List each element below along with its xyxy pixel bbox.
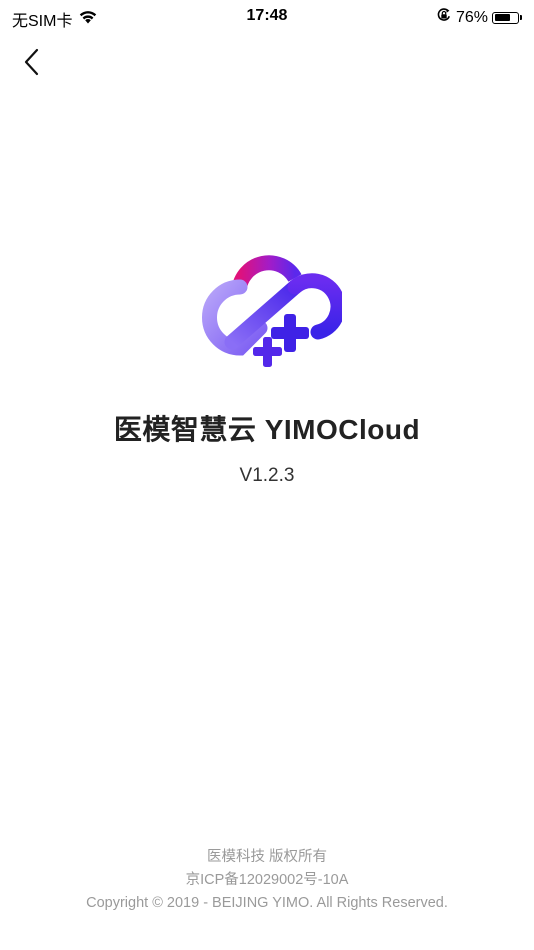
- battery-fill: [494, 14, 511, 21]
- chevron-left-icon: [24, 48, 39, 76]
- status-bar: 无SIM卡 17:48 76%: [0, 0, 534, 34]
- footer: 医模科技 版权所有 京ICP备12029002号-10A Copyright ©…: [0, 846, 534, 915]
- app-logo: [192, 232, 346, 377]
- icp-number: 京ICP备12029002号-10A: [185, 872, 349, 888]
- orientation-lock-icon: [436, 7, 452, 28]
- battery-percent: 76%: [455, 8, 488, 26]
- battery-cap: [520, 15, 522, 20]
- battery-icon: [492, 11, 519, 24]
- back-button[interactable]: [14, 44, 50, 80]
- app-title: 医模智慧云 YIMOCloud: [113, 414, 421, 445]
- yimo-cloud-logo-icon: [202, 255, 346, 367]
- app-version: V1.2.3: [239, 465, 295, 486]
- company-rights: 医模科技 版权所有: [206, 849, 328, 865]
- copyright-text: Copyright © 2019 - BEIJING YIMO. All Rig…: [86, 895, 448, 911]
- status-right: 76%: [436, 7, 522, 28]
